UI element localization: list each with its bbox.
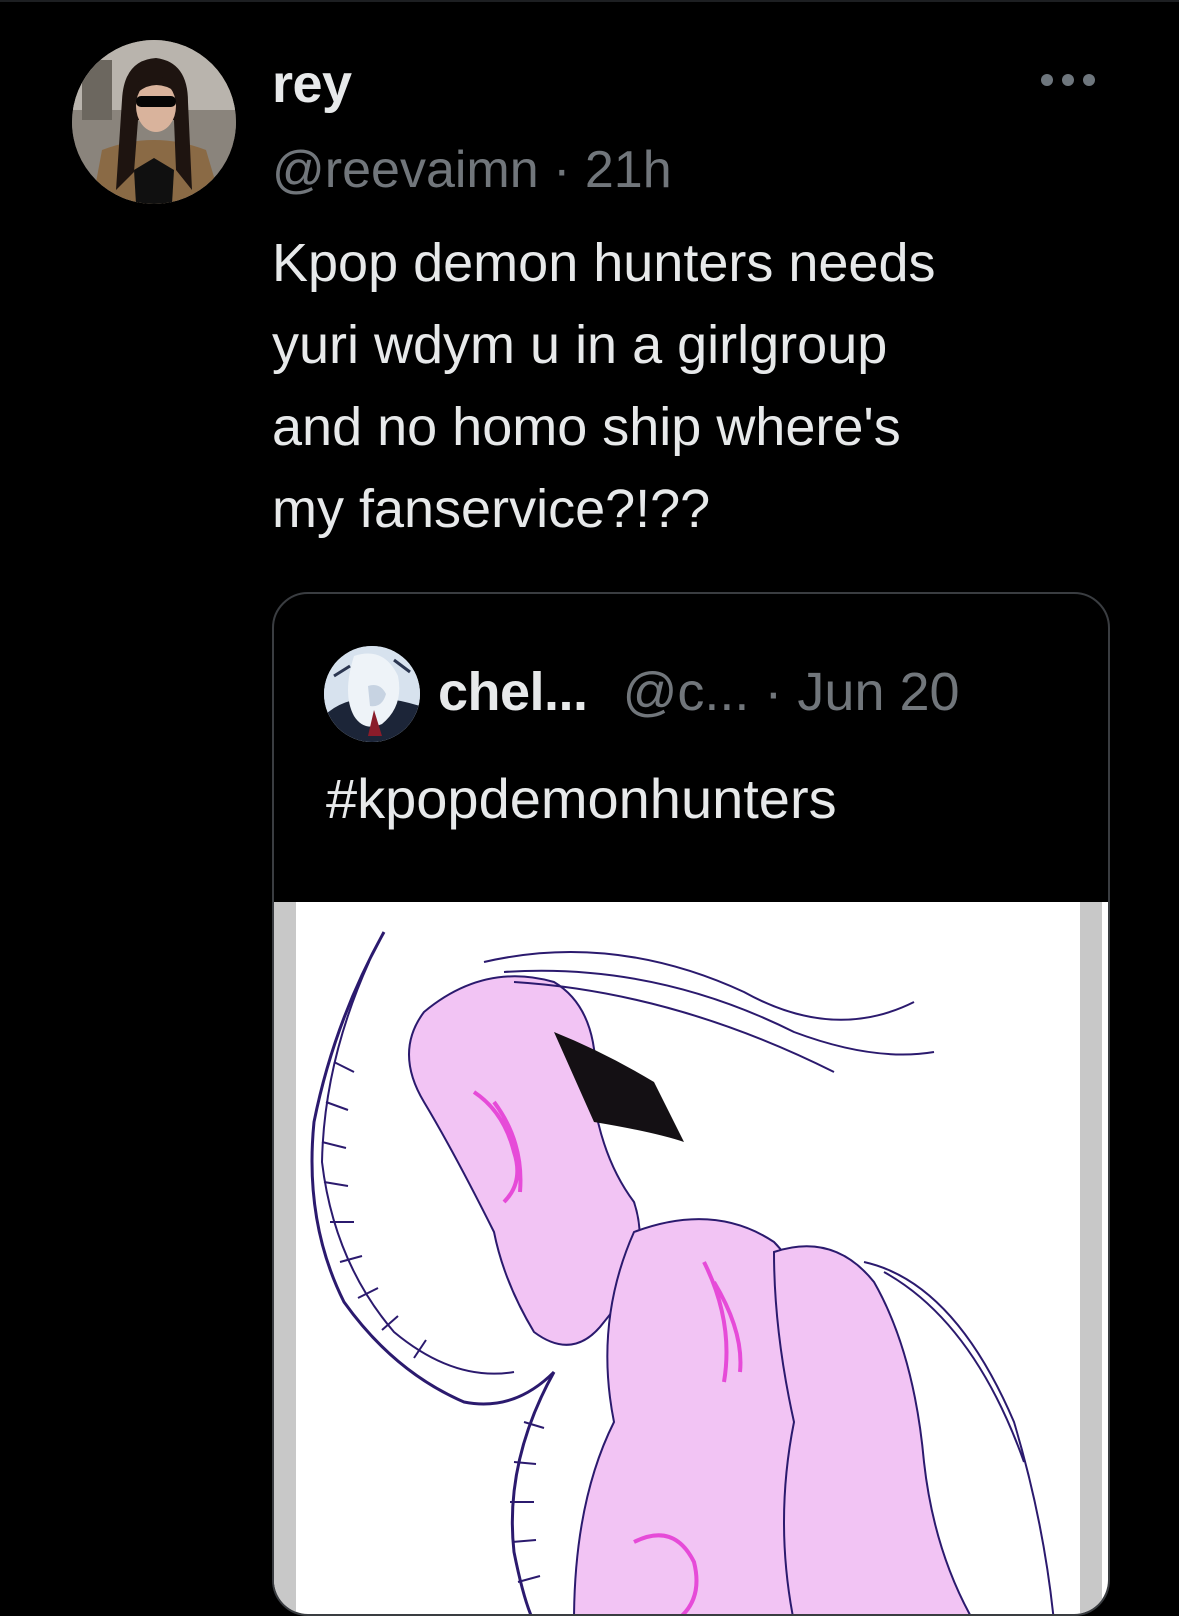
meta-separator: ·	[538, 141, 585, 199]
author-handle[interactable]: @reevaimn	[272, 141, 539, 199]
quoted-avatar-art	[324, 646, 420, 742]
quoted-tweet-card[interactable]: chel... @c... · Jun 20 #kpopdemonhunters	[272, 592, 1110, 1616]
tweet-text-line: and no homo ship where's	[272, 397, 901, 457]
avatar-photo	[72, 40, 236, 204]
tweet-body: Kpop demon hunters needs yuri wdym u in …	[272, 222, 1132, 550]
more-options-button[interactable]	[1028, 60, 1108, 100]
tweet-timestamp[interactable]: 21h	[585, 141, 672, 199]
tweet-text-line: Kpop demon hunters needs	[272, 233, 936, 293]
tweet-text-line: yuri wdym u in a girlgroup	[272, 315, 888, 375]
illustration-image	[310, 931, 1055, 1614]
quoted-author-name[interactable]: chel...	[438, 662, 588, 722]
tweet-text-line: my fanservice?!??	[272, 479, 711, 539]
quoted-tweet-header: chel... @c... · Jun 20	[438, 660, 960, 724]
quoted-author-avatar[interactable]	[324, 646, 420, 742]
quoted-author-handle[interactable]: @c...	[623, 662, 750, 722]
more-options-icon-dot	[1062, 74, 1074, 86]
quoted-tweet-date[interactable]: Jun 20	[797, 662, 959, 722]
more-options-icon-dot	[1083, 74, 1095, 86]
quoted-tweet-media[interactable]	[274, 902, 1108, 1614]
author-display-name[interactable]: rey	[272, 52, 352, 116]
quoted-meta-separator: ·	[749, 662, 798, 722]
tweet-meta: @reevaimn · 21h	[272, 138, 672, 202]
quoted-tweet-hashtag[interactable]: #kpopdemonhunters	[326, 764, 837, 834]
more-options-icon	[1041, 74, 1053, 86]
author-avatar[interactable]	[72, 40, 236, 204]
top-divider	[0, 0, 1179, 2]
